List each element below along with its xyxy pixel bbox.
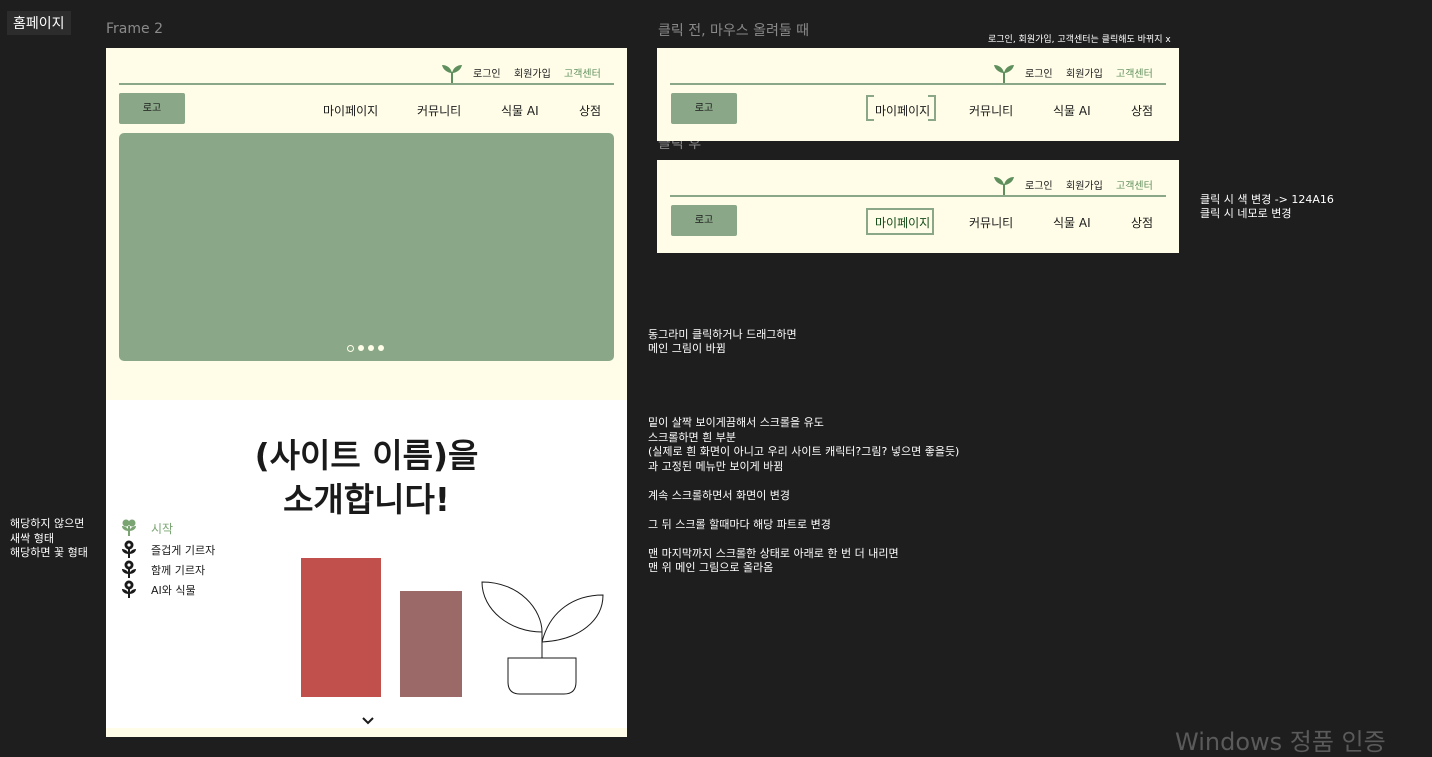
customer-center-link[interactable]: 고객센터 — [1116, 65, 1153, 80]
chevron-down-icon[interactable] — [362, 710, 374, 729]
next-section-peek — [106, 728, 627, 737]
nav-mypage[interactable]: 마이페이지 — [875, 102, 930, 119]
nav-shop[interactable]: 상점 — [1131, 214, 1153, 231]
homepage-frame: 로그인 회원가입 고객센터 로고 마이페이지 커뮤니티 식물 AI 상점 (사이… — [106, 48, 627, 737]
carousel-dot[interactable] — [368, 345, 374, 351]
scroll-note-spacer — [648, 503, 959, 518]
sprout-step-icon — [121, 518, 137, 540]
intro-title-line1: (사이트 이름)을 — [254, 436, 479, 475]
nav-community[interactable]: 커뮤니티 — [417, 102, 461, 119]
banner-note-line1: 동그라미 클릭하거나 드래그하면 — [648, 328, 797, 341]
nav-plant-ai[interactable]: 식물 AI — [501, 102, 539, 119]
scroll-note-line: (실제로 흰 화면이 아니고 우리 사이트 캐릭터?그림? 넣으면 좋을듯) — [648, 445, 960, 458]
flower-icon — [121, 560, 137, 582]
sprout-icon — [993, 175, 1015, 195]
sprout-icon — [993, 63, 1015, 83]
scroll-note-line: 스크롤하면 흰 부분 — [648, 430, 736, 444]
nav-community[interactable]: 커뮤니티 — [969, 214, 1013, 231]
flower-icon — [121, 580, 137, 602]
red-rectangle — [301, 558, 381, 697]
customer-center-link[interactable]: 고객센터 — [564, 65, 601, 80]
sprout-icon — [441, 63, 463, 83]
step-start[interactable]: 시작 — [151, 520, 173, 537]
nav-plant-ai[interactable]: 식물 AI — [1053, 102, 1091, 119]
left-notes: 해당하지 않으면 새싹 형태 해당하면 꽃 형태 — [10, 517, 88, 561]
login-link[interactable]: 로그인 — [1025, 177, 1053, 192]
windows-activation-watermark: Windows 정품 인증 — [1175, 728, 1386, 756]
scroll-note-line: 과 고정된 메뉴만 보이게 바뀜 — [648, 459, 784, 473]
header-divider — [670, 83, 1166, 85]
scroll-note-line: 맨 위 메인 그림으로 올라옴 — [648, 561, 774, 574]
signup-link[interactable]: 회원가입 — [514, 65, 551, 80]
scroll-note-line: 밑이 살짝 보이게끔해서 스크롤을 유도 — [648, 416, 824, 429]
step-ai-and-plants[interactable]: AI와 식물 — [151, 582, 196, 598]
scroll-note-line: 계속 스크롤하면서 화면이 변경 — [648, 488, 791, 502]
step-grow-together[interactable]: 함께 기르자 — [151, 562, 205, 578]
carousel-dot[interactable] — [378, 345, 384, 351]
hover-state-title: 클릭 전, 마우스 올려둘 때 — [658, 23, 810, 39]
header-divider — [119, 83, 614, 85]
main-banner[interactable] — [119, 133, 614, 361]
left-note-line: 새싹 형태 — [10, 531, 54, 545]
logo-button[interactable]: 로고 — [119, 93, 185, 124]
header-divider — [670, 195, 1166, 197]
customer-center-link[interactable]: 고객센터 — [1116, 177, 1153, 192]
step-grow-joyfully[interactable]: 즐겁게 기르자 — [151, 542, 215, 558]
clicked-state-preview: 로그인 회원가입 고객센터 로고 마이페이지 커뮤니티 식물 AI 상점 — [657, 160, 1179, 253]
frame-label: Frame 2 — [106, 21, 163, 37]
carousel-dot[interactable] — [358, 345, 364, 351]
left-note-line: 해당하지 않으면 — [10, 517, 85, 530]
logo-button[interactable]: 로고 — [671, 93, 737, 124]
potted-plant-icon — [480, 580, 606, 702]
scroll-note-spacer — [648, 532, 959, 547]
nav-community[interactable]: 커뮤니티 — [969, 102, 1013, 119]
scroll-note-spacer — [648, 474, 959, 489]
login-link[interactable]: 로그인 — [473, 65, 501, 80]
nav-mypage[interactable]: 마이페이지 — [323, 102, 378, 119]
nav-shop[interactable]: 상점 — [579, 102, 601, 119]
carousel-dot[interactable] — [347, 345, 354, 352]
nav-mypage-selected[interactable]: 마이페이지 — [875, 214, 930, 231]
nav-shop[interactable]: 상점 — [1131, 102, 1153, 119]
scroll-note-line: 맨 마지막까지 스크롤한 상태로 아래로 한 번 더 내리면 — [648, 546, 899, 560]
hover-state-note: 로그인, 회원가입, 고객센터는 클릭해도 바뀌지 x — [988, 35, 1171, 45]
login-link[interactable]: 로그인 — [1025, 65, 1053, 80]
scroll-notes: 밑이 살짝 보이게끔해서 스크롤을 유도 스크롤하면 흰 부분 (실제로 흰 화… — [648, 416, 959, 576]
nav-plant-ai[interactable]: 식물 AI — [1053, 214, 1091, 231]
page-label[interactable]: 홈페이지 — [7, 11, 71, 35]
clicked-note-line2: 클릭 시 네모로 변경 — [1200, 207, 1292, 220]
banner-note-line2: 메인 그림이 바뀜 — [648, 342, 726, 355]
mauve-rectangle — [400, 591, 462, 697]
signup-link[interactable]: 회원가입 — [1066, 65, 1103, 80]
hover-state-preview: 로그인 회원가입 고객센터 로고 마이페이지 커뮤니티 식물 AI 상점 — [657, 48, 1179, 141]
clicked-note-line1: 클릭 시 색 변경 -> 124A16 — [1200, 193, 1334, 206]
flower-icon — [121, 540, 137, 562]
left-note-line: 해당하면 꽃 형태 — [10, 546, 88, 559]
logo-button[interactable]: 로고 — [671, 205, 737, 236]
intro-title-line2: 소개합니다! — [283, 480, 450, 519]
signup-link[interactable]: 회원가입 — [1066, 177, 1103, 192]
scroll-note-line: 그 뒤 스크롤 할때마다 해당 파트로 변경 — [648, 517, 831, 531]
